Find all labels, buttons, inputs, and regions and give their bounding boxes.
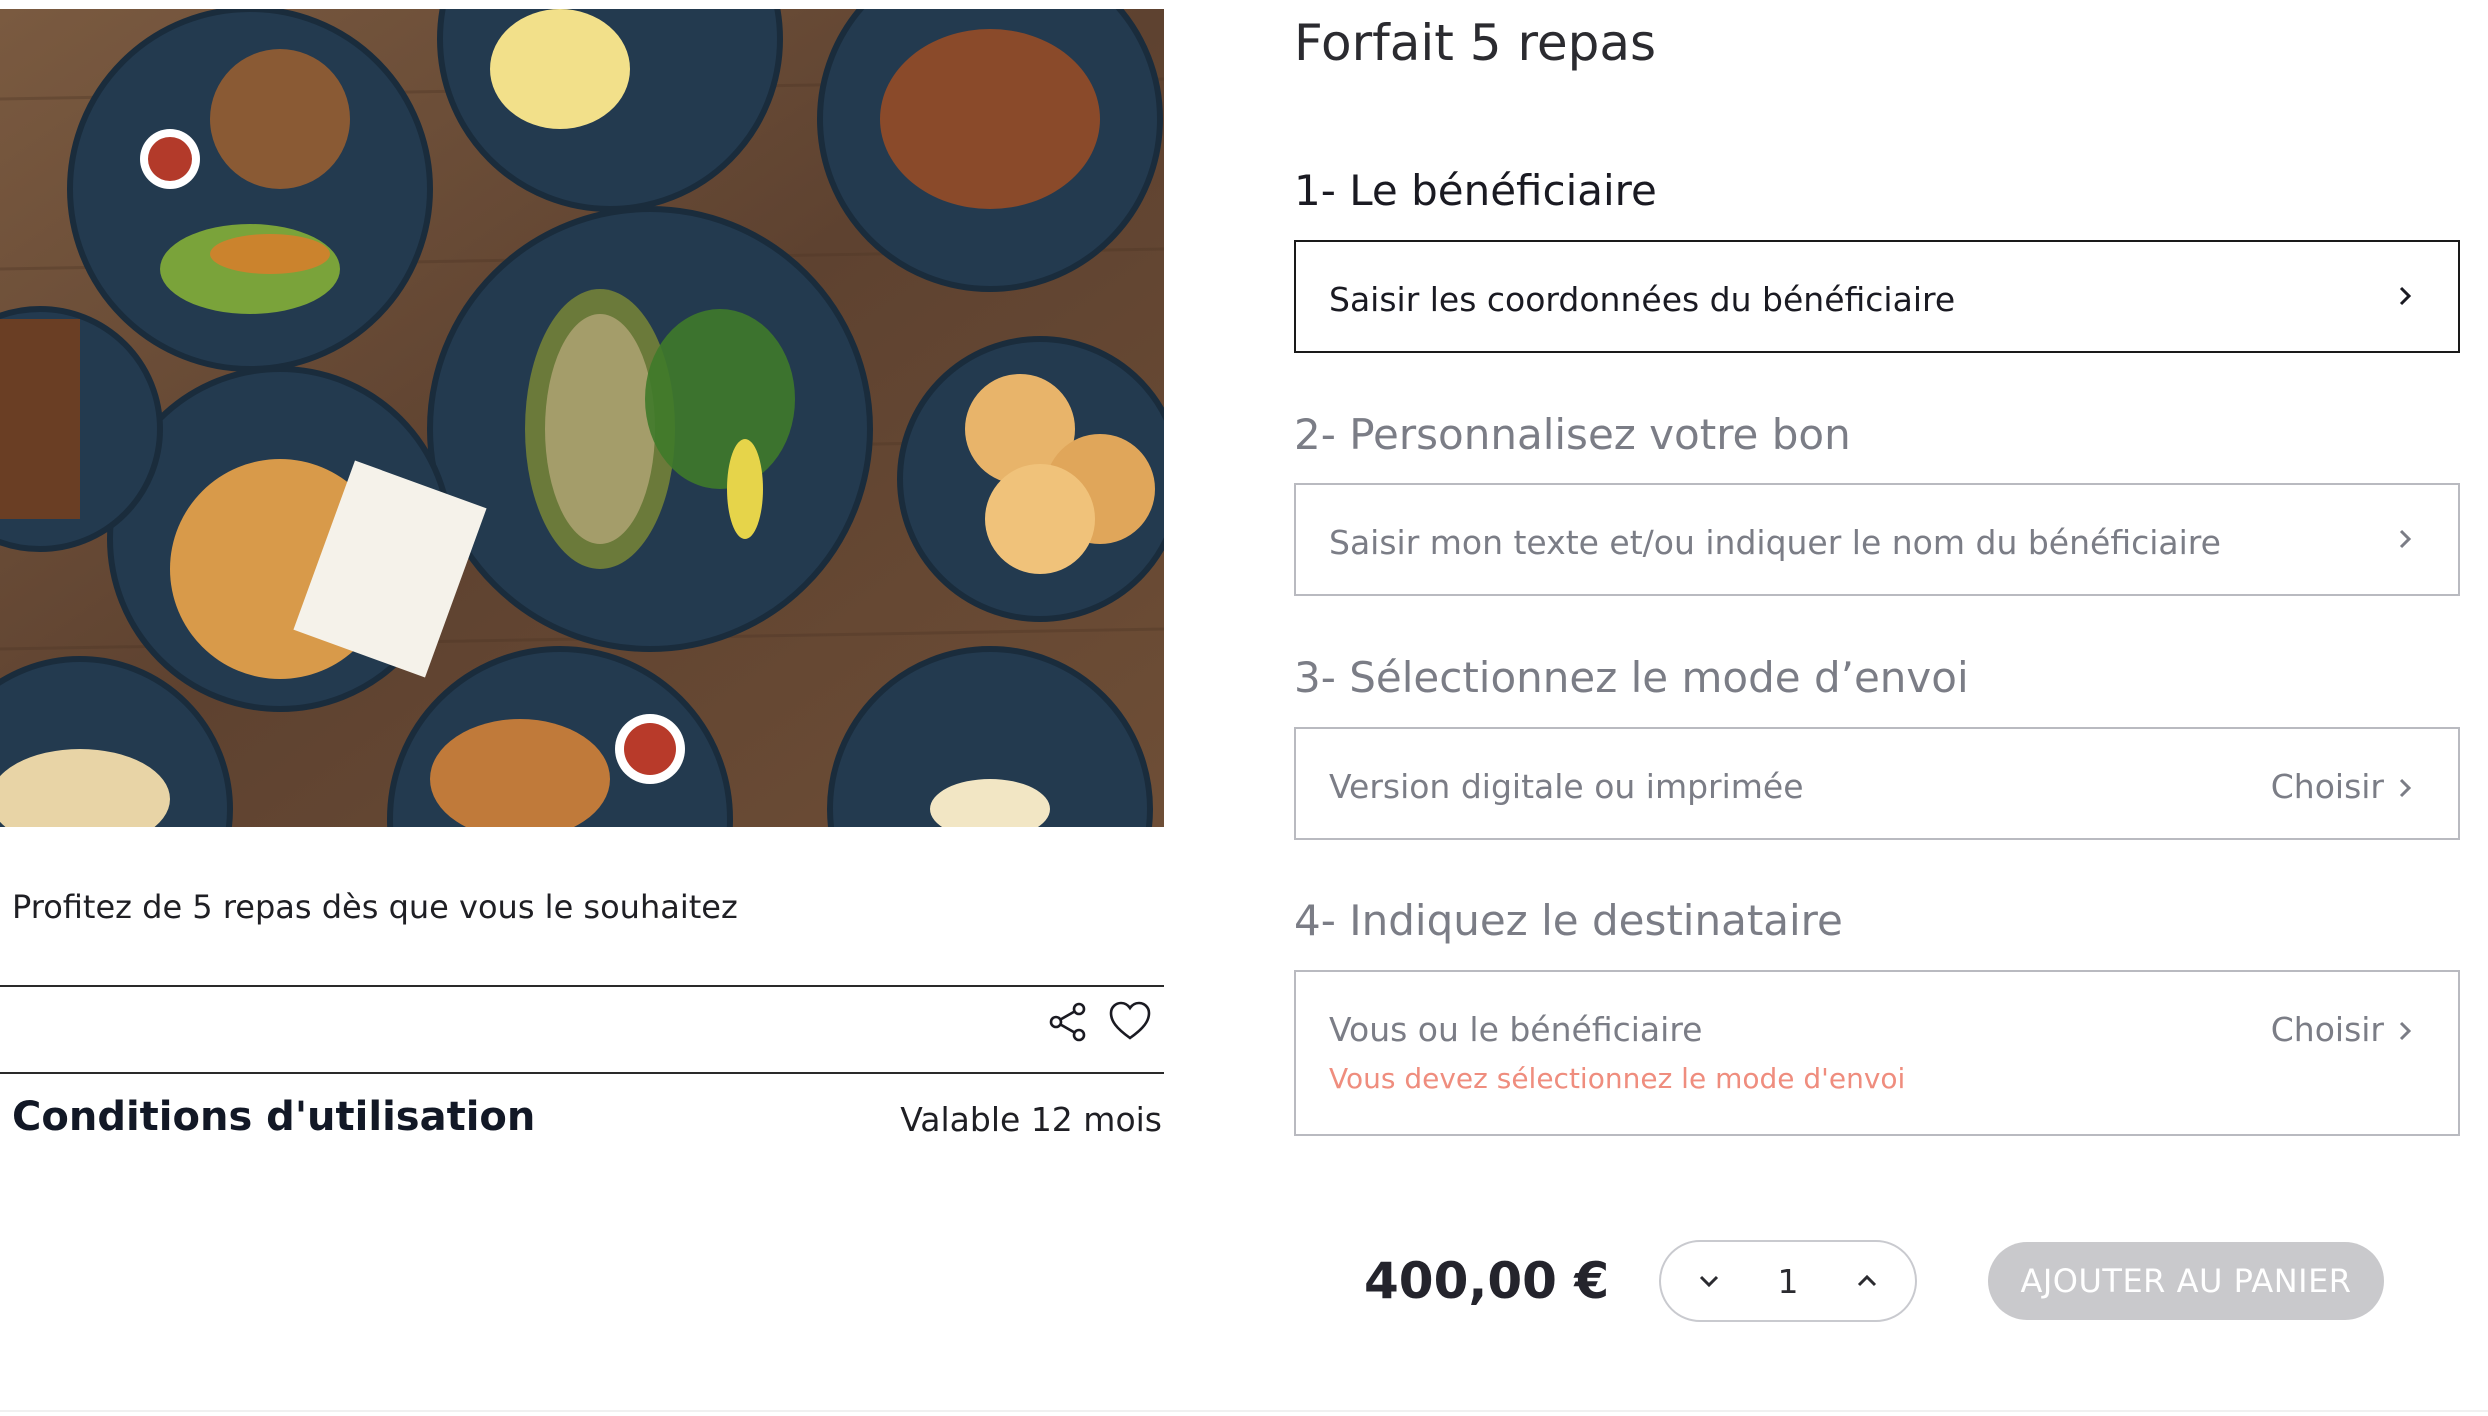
heart-icon[interactable] — [1106, 998, 1154, 1046]
personalize-field-label: Saisir mon texte et/ou indiquer le nom d… — [1329, 523, 2221, 562]
choose-action[interactable]: Choisir — [2271, 1010, 2418, 1049]
product-actions — [1044, 998, 1154, 1046]
chevron-up-icon — [1857, 1274, 1877, 1287]
beneficiary-field[interactable]: Saisir les coordonnées du bénéficiaire — [1294, 240, 2460, 353]
chevron-right-icon — [2392, 772, 2418, 802]
chevron-right-icon — [2392, 1015, 2418, 1045]
divider — [0, 1072, 1164, 1074]
validity-label: Valable 12 mois — [900, 1100, 1162, 1139]
share-icon[interactable] — [1044, 998, 1092, 1046]
step-1-heading: 1- Le bénéficiaire — [1294, 166, 1657, 215]
personalize-field[interactable]: Saisir mon texte et/ou indiquer le nom d… — [1294, 483, 2460, 596]
chevron-down-icon — [1699, 1275, 1719, 1288]
food-photo — [0, 9, 1164, 827]
add-to-cart-button[interactable]: AJOUTER AU PANIER — [1988, 1242, 2384, 1320]
quantity-decrease-button[interactable] — [1685, 1257, 1733, 1305]
field-action — [2392, 523, 2418, 553]
step-2-heading: 2- Personnalisez votre bon — [1294, 410, 1851, 459]
product-page: Profitez de 5 repas dès que vous le souh… — [0, 0, 2488, 1416]
step-3-heading: 3- Sélectionnez le mode d’envoi — [1294, 653, 1969, 702]
product-title: Forfait 5 repas — [1294, 14, 1657, 72]
chevron-right-icon — [2392, 280, 2418, 310]
recipient-field-label: Vous ou le bénéficiaire — [1329, 1010, 1703, 1049]
recipient-error-message: Vous devez sélectionnez le mode d'envoi — [1329, 1062, 1906, 1095]
chevron-right-icon — [2392, 523, 2418, 553]
divider — [0, 1410, 2488, 1412]
quantity-stepper — [1659, 1240, 1917, 1322]
field-action — [2392, 280, 2418, 310]
product-description: Profitez de 5 repas dès que vous le souh… — [12, 888, 738, 926]
quantity-increase-button[interactable] — [1843, 1257, 1891, 1305]
choose-label: Choisir — [2270, 767, 2384, 806]
quantity-input[interactable] — [1746, 1260, 1830, 1302]
choose-action[interactable]: Choisir — [2271, 767, 2418, 806]
delivery-mode-field-label: Version digitale ou imprimée — [1329, 767, 1804, 806]
step-4-heading: 4- Indiquez le destinataire — [1294, 896, 1843, 945]
conditions-title[interactable]: Conditions d'utilisation — [12, 1094, 535, 1140]
beneficiary-field-label: Saisir les coordonnées du bénéficiaire — [1329, 280, 1956, 319]
choose-label: Choisir — [2270, 1010, 2384, 1049]
delivery-mode-field[interactable]: Version digitale ou imprimée Choisir — [1294, 727, 2460, 840]
recipient-field[interactable]: Vous ou le bénéficiaire Vous devez sélec… — [1294, 970, 2460, 1136]
price: 400,00 € — [1364, 1252, 1610, 1310]
divider — [0, 985, 1164, 987]
product-image — [0, 9, 1164, 827]
